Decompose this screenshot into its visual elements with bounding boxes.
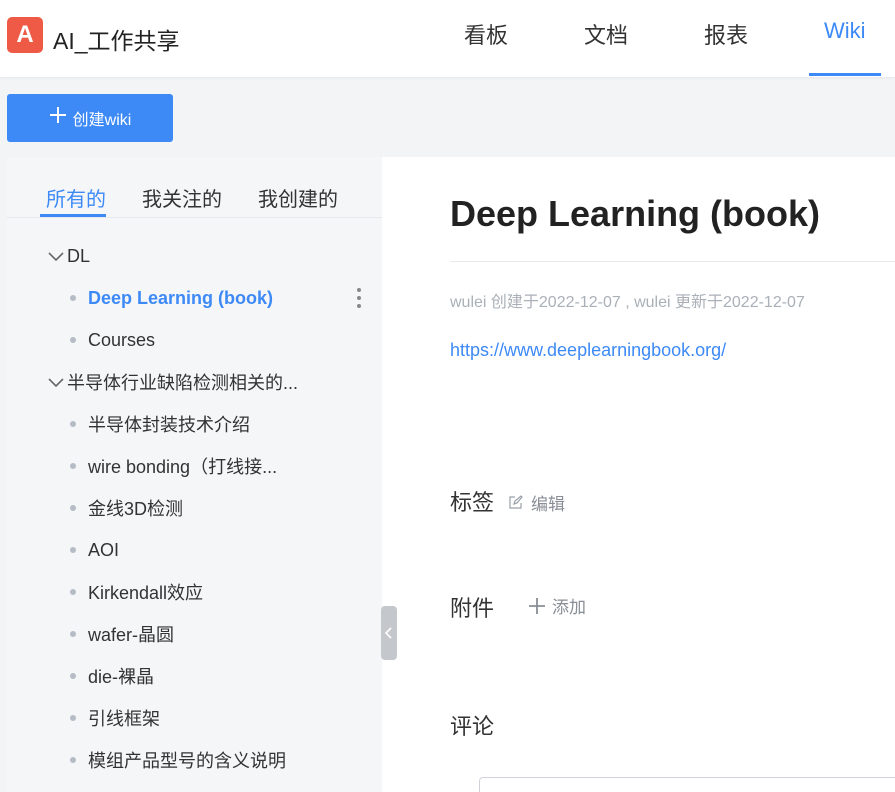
- bullet-icon: [70, 547, 76, 553]
- edit-icon: [509, 495, 523, 509]
- tree-folder-label: DL: [67, 245, 91, 266]
- bullet-icon: [70, 715, 76, 721]
- tags-title: 标签: [450, 490, 495, 515]
- tree-item-label: 金线3D检测: [88, 499, 184, 519]
- add-attachment-button[interactable]: 添加: [528, 593, 586, 618]
- chevron-left-icon: [385, 627, 392, 639]
- tree-item[interactable]: 引线框架: [7, 703, 382, 733]
- app-title[interactable]: AI_工作共享: [53, 22, 180, 56]
- comments-title: 评论: [450, 714, 495, 739]
- chevron-down-icon[interactable]: [47, 373, 65, 391]
- sidebar-tabs: 所有的 我关注的 我创建的: [7, 157, 382, 218]
- nav-active-indicator: [809, 73, 881, 76]
- tree-item-label: 半导体封装技术介绍: [88, 415, 250, 435]
- page-meta: wulei 创建于2022-12-07 , wulei 更新于2022-12-0…: [450, 294, 805, 311]
- tree-item-label: Courses: [88, 329, 156, 350]
- attachments-title: 附件: [450, 596, 495, 621]
- tree-item-label: 引线框架: [88, 709, 160, 729]
- chevron-down-icon[interactable]: [47, 247, 65, 265]
- bullet-icon: [70, 505, 76, 511]
- tab-all[interactable]: 所有的: [46, 183, 106, 212]
- wiki-content: Deep Learning (book) wulei 创建于2022-12-07…: [382, 157, 895, 792]
- tree-item[interactable]: Kirkendall效应: [7, 577, 382, 607]
- edit-tags-label: 编辑: [531, 495, 565, 514]
- tree-item[interactable]: 金线3D检测: [7, 493, 382, 523]
- tree-item-label: Kirkendall效应: [88, 583, 204, 603]
- tree-item-label: wire bonding（打线接...: [88, 457, 278, 477]
- tab-following[interactable]: 我关注的: [142, 183, 222, 212]
- tree-item-label: 模组产品型号的含义说明: [88, 751, 286, 771]
- tree-item-label: wafer-晶圆: [88, 625, 175, 645]
- plus-icon: [529, 597, 545, 614]
- tree-item-deep-learning-book[interactable]: Deep Learning (book): [7, 283, 382, 313]
- bullet-icon: [70, 757, 76, 763]
- title-divider: [450, 261, 895, 262]
- bullet-icon: [70, 589, 76, 595]
- top-header: A AI_工作共享 看板 文档 报表 Wiki: [0, 0, 895, 77]
- bullet-icon: [70, 295, 76, 301]
- tree-item-label: Deep Learning (book): [88, 287, 274, 308]
- tree-item-label: die-裸晶: [88, 667, 155, 687]
- comment-input[interactable]: [479, 777, 895, 792]
- tree-item-label: AOI: [88, 539, 120, 560]
- tree-item[interactable]: AOI: [7, 535, 382, 565]
- tab-created[interactable]: 我创建的: [258, 183, 338, 212]
- app-logo[interactable]: A: [7, 17, 43, 53]
- tree-item[interactable]: 模组产品型号的含义说明: [7, 745, 382, 775]
- create-wiki-button[interactable]: 创建wiki: [7, 94, 173, 142]
- plus-icon: [49, 105, 67, 129]
- tree-item[interactable]: wafer-晶圆: [7, 619, 382, 649]
- more-vertical-icon[interactable]: [355, 286, 363, 310]
- tab-active-indicator: [40, 214, 106, 217]
- nav-docs[interactable]: 文档: [584, 18, 628, 77]
- tree-folder-dl[interactable]: DL: [7, 241, 382, 271]
- page-title: Deep Learning (book): [450, 193, 821, 234]
- edit-tags-button[interactable]: 编辑: [508, 490, 565, 515]
- content-link[interactable]: https://www.deeplearningbook.org/: [450, 340, 726, 361]
- tree-item-courses[interactable]: Courses: [7, 325, 382, 355]
- bullet-icon: [70, 463, 76, 469]
- tree-item[interactable]: wire bonding（打线接...: [7, 451, 382, 481]
- bullet-icon: [70, 421, 76, 427]
- tree-item[interactable]: 半导体封装技术介绍: [7, 409, 382, 439]
- sidebar-collapse-handle[interactable]: [381, 606, 397, 660]
- bullet-icon: [70, 337, 76, 343]
- bullet-icon: [70, 673, 76, 679]
- tree-folder-label: 半导体行业缺陷检测相关的...: [67, 373, 299, 393]
- tree-folder-semiconductor[interactable]: 半导体行业缺陷检测相关的...: [7, 367, 382, 397]
- wiki-sidebar: 所有的 我关注的 我创建的 DL Deep Learning (book) Co…: [7, 157, 382, 792]
- add-attachment-label: 添加: [552, 598, 586, 617]
- nav-reports[interactable]: 报表: [704, 18, 748, 77]
- nav-kanban[interactable]: 看板: [464, 18, 508, 77]
- create-wiki-label: 创建wiki: [72, 112, 132, 129]
- tree-item[interactable]: die-裸晶: [7, 661, 382, 691]
- bullet-icon: [70, 631, 76, 637]
- nav-wiki[interactable]: Wiki: [824, 18, 866, 77]
